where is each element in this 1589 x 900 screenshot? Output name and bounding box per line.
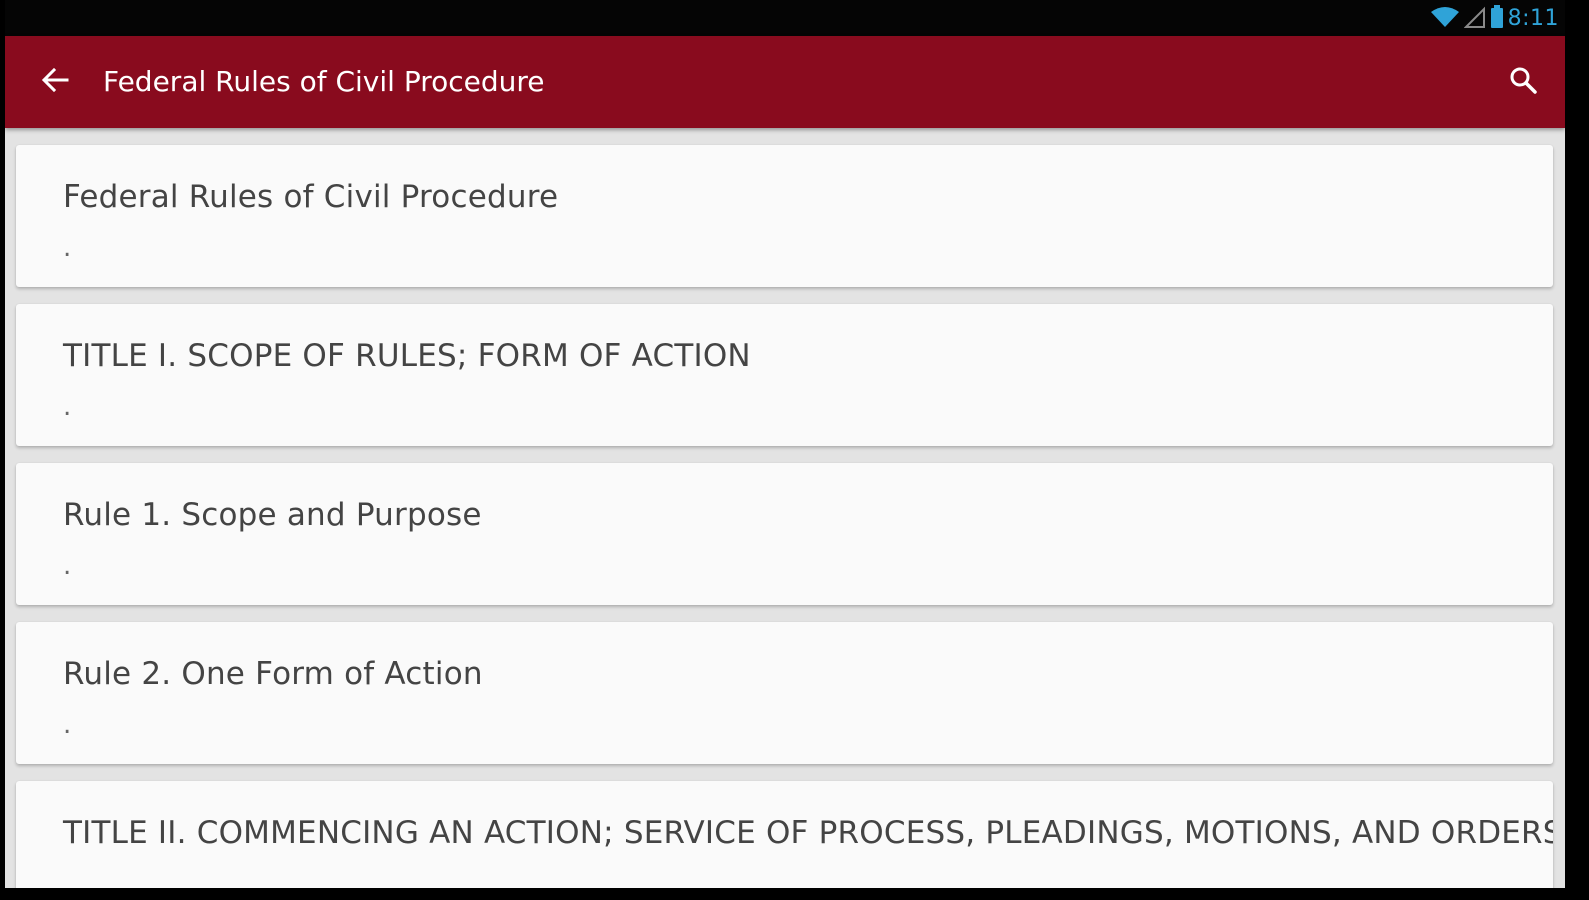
- list-item-subtitle: .: [63, 710, 72, 740]
- rules-list: Federal Rules of Civil Procedure . TITLE…: [16, 145, 1553, 888]
- list-item-title: TITLE I. SCOPE OF RULES; FORM OF ACTION: [63, 338, 751, 374]
- list-item[interactable]: Rule 2. One Form of Action .: [16, 622, 1553, 764]
- list-item-title: Rule 1. Scope and Purpose: [63, 497, 482, 533]
- app-screen: 8:11 Federal Rules of Civil Procedure Fe…: [5, 0, 1565, 888]
- list-item-title: TITLE II. COMMENCING AN ACTION; SERVICE …: [63, 815, 1553, 851]
- list-item-title: Rule 2. One Form of Action: [63, 656, 483, 692]
- list-item-title: Federal Rules of Civil Procedure: [63, 179, 559, 215]
- app-title: Federal Rules of Civil Procedure: [103, 65, 545, 98]
- status-bar: 8:11: [5, 0, 1565, 36]
- wifi-icon: [1430, 6, 1460, 32]
- list-item[interactable]: Federal Rules of Civil Procedure .: [16, 145, 1553, 287]
- search-icon: [1509, 66, 1537, 98]
- signal-icon: [1463, 6, 1486, 32]
- list-item[interactable]: TITLE II. COMMENCING AN ACTION; SERVICE …: [16, 781, 1553, 888]
- back-button[interactable]: [31, 58, 79, 106]
- list-item-subtitle: .: [63, 392, 72, 422]
- list-item[interactable]: Rule 1. Scope and Purpose .: [16, 463, 1553, 605]
- arrow-back-icon: [41, 66, 69, 98]
- battery-icon: [1490, 5, 1504, 33]
- app-bar: Federal Rules of Civil Procedure: [5, 36, 1565, 128]
- search-button[interactable]: [1499, 58, 1547, 106]
- status-time: 8:11: [1507, 6, 1559, 31]
- list-item-subtitle: .: [63, 551, 72, 581]
- list-item[interactable]: TITLE I. SCOPE OF RULES; FORM OF ACTION …: [16, 304, 1553, 446]
- status-icons: 8:11: [1430, 5, 1559, 33]
- list-item-subtitle: .: [63, 233, 72, 263]
